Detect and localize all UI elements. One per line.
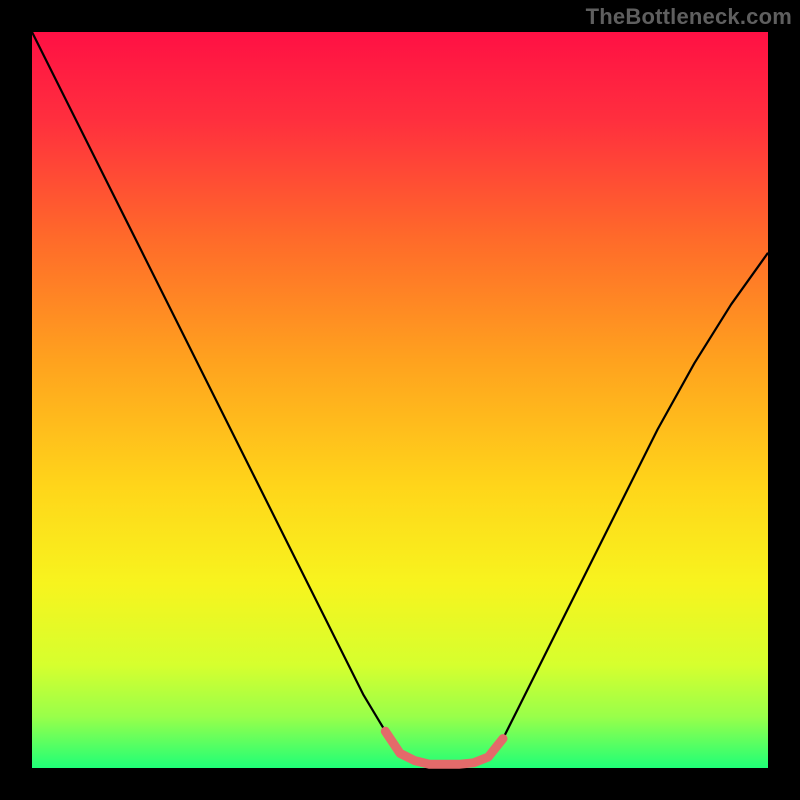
chart-container: TheBottleneck.com: [0, 0, 800, 800]
watermark-text: TheBottleneck.com: [586, 4, 792, 30]
plot-background: [32, 32, 768, 768]
bottleneck-chart: [0, 0, 800, 800]
